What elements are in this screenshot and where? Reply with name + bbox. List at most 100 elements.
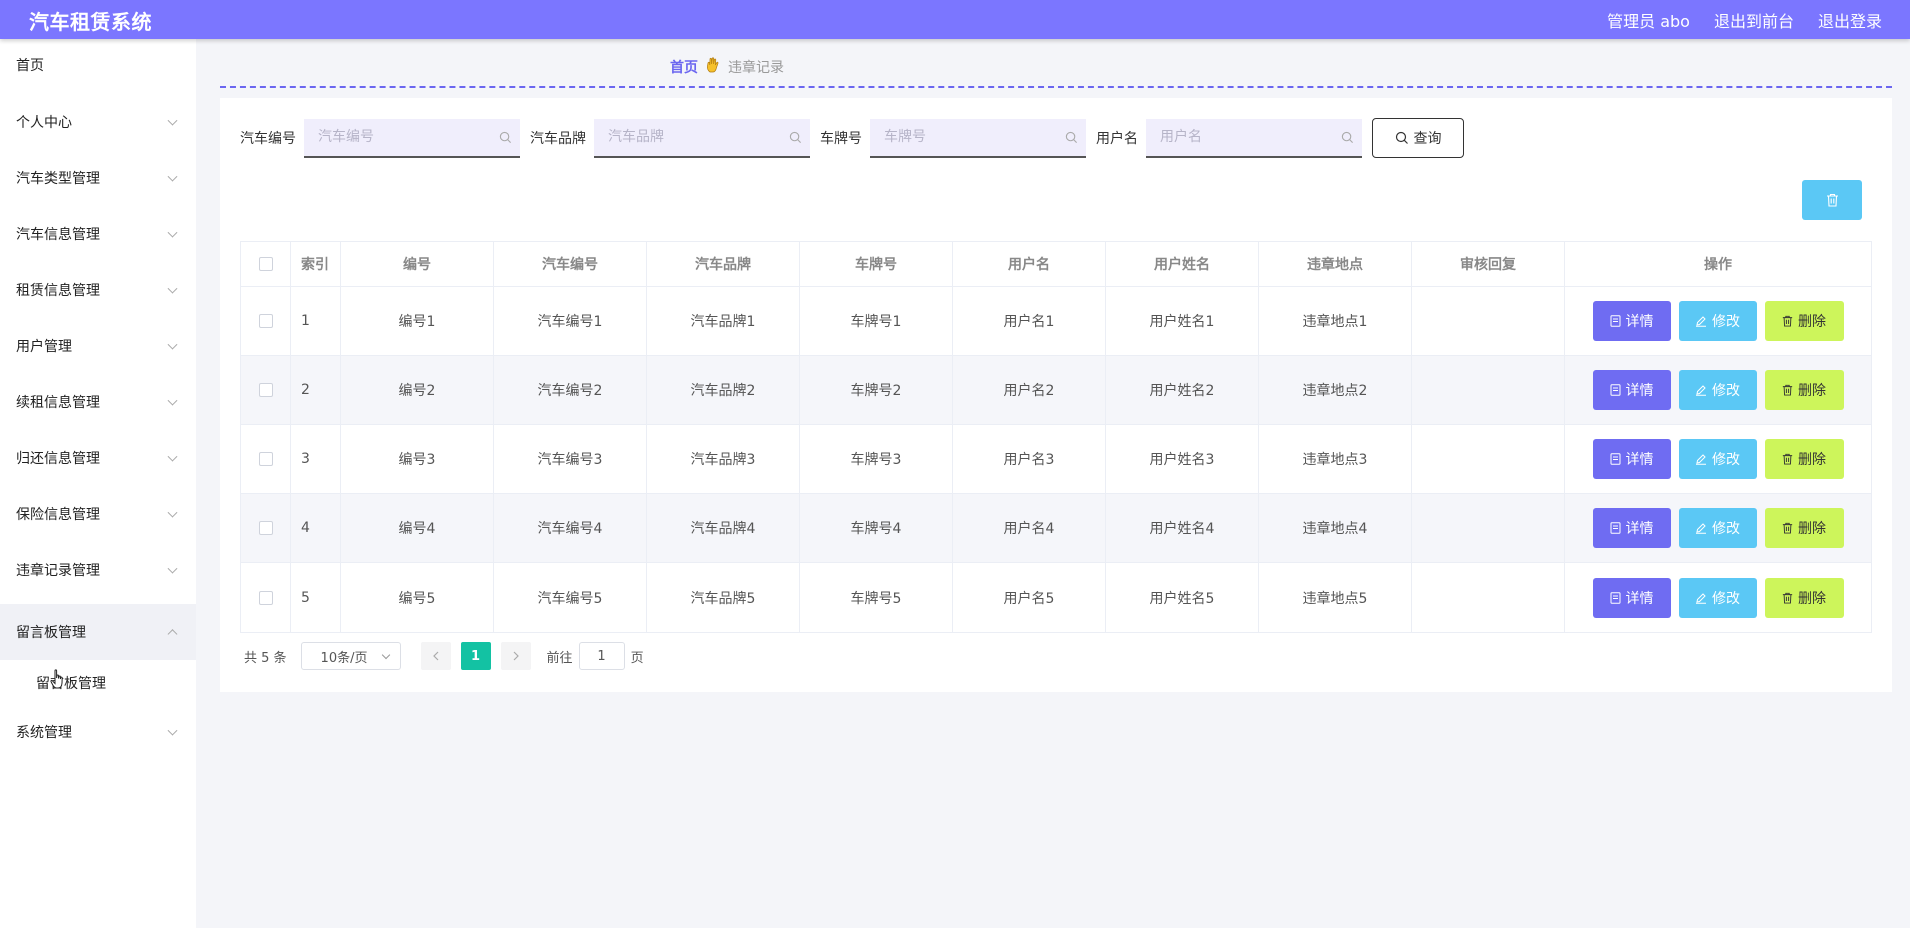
- cell-username: 用户名3: [953, 425, 1106, 493]
- chevron-up-icon: [167, 629, 178, 640]
- cell-index: 5: [291, 563, 341, 632]
- edit-button[interactable]: 修改: [1678, 439, 1757, 479]
- row-checkbox[interactable]: [258, 452, 273, 466]
- cell-reply: [1412, 287, 1565, 355]
- sidebar-item-renewal-info[interactable]: 续租信息管理: [0, 378, 196, 426]
- cell-plate: 车牌号1: [800, 287, 953, 355]
- car-no-label: 汽车编号: [240, 131, 296, 147]
- detail-button[interactable]: 详情: [1592, 577, 1671, 618]
- sidebar-item-return-info[interactable]: 归还信息管理: [0, 434, 196, 482]
- detail-button[interactable]: 详情: [1592, 439, 1671, 479]
- row-checkbox[interactable]: [258, 521, 273, 535]
- row-checkbox[interactable]: [258, 314, 273, 328]
- page-number[interactable]: 1: [460, 642, 491, 670]
- detail-button[interactable]: 详情: [1592, 370, 1671, 410]
- chevron-left-icon: [432, 651, 438, 661]
- row-checkbox[interactable]: [258, 383, 273, 397]
- cell-index: 4: [291, 494, 341, 562]
- brand-input[interactable]: [594, 118, 810, 156]
- delete-button-label: 删除: [1798, 314, 1826, 330]
- row-checkbox[interactable]: [258, 590, 273, 605]
- sidebar-item-rental-info[interactable]: 租赁信息管理: [0, 266, 196, 314]
- sidebar-item-label: 汽车信息管理: [16, 227, 100, 243]
- cell-index: 2: [291, 356, 341, 424]
- trash-icon: [1782, 315, 1793, 327]
- violation-table: 索引 编号 汽车编号 汽车品牌 车牌号 用户名 用户姓名 违章地点 审核回复 操…: [240, 241, 1872, 633]
- edit-button[interactable]: 修改: [1678, 370, 1757, 410]
- cell-car-no: 汽车编号4: [494, 494, 647, 562]
- app-title: 汽车租赁系统: [29, 10, 152, 34]
- cell-reply: [1412, 494, 1565, 562]
- sidebar-item-car-info[interactable]: 汽车信息管理: [0, 210, 196, 258]
- sidebar-item-label: 违章记录管理: [16, 563, 100, 579]
- sidebar-item-users[interactable]: 用户管理: [0, 322, 196, 370]
- delete-button-label: 删除: [1798, 383, 1826, 399]
- sidebar-item-personal-center[interactable]: 个人中心: [0, 98, 196, 146]
- cell-code: 编号5: [341, 563, 494, 632]
- sidebar-item-insurance-info[interactable]: 保险信息管理: [0, 490, 196, 538]
- delete-button[interactable]: 删除: [1764, 370, 1844, 410]
- cell-car-no: 汽车编号1: [494, 287, 647, 355]
- delete-button[interactable]: 删除: [1764, 439, 1844, 479]
- actions-cell: 详情 修改 删除: [1565, 563, 1871, 632]
- query-button[interactable]: 查询: [1372, 118, 1464, 158]
- username-input[interactable]: [1146, 118, 1362, 156]
- next-page-button[interactable]: [500, 642, 531, 670]
- sidebar-item-home[interactable]: 首页: [0, 41, 196, 89]
- sidebar-subitem-message-board[interactable]: 留言板管理: [0, 660, 196, 706]
- cell-plate: 车牌号2: [800, 356, 953, 424]
- detail-button-label: 详情: [1625, 383, 1654, 399]
- row-checkbox-cell: [241, 494, 291, 562]
- breadcrumb-current: 违章记录: [728, 60, 784, 76]
- sidebar-item-violation-records[interactable]: 违章记录管理: [0, 546, 196, 594]
- brand-label: 汽车品牌: [530, 131, 586, 147]
- chevron-down-icon: [167, 451, 178, 462]
- edit-button-label: 修改: [1712, 521, 1740, 537]
- mouse-cursor-icon: [50, 669, 63, 689]
- goto-page-input[interactable]: [578, 642, 625, 670]
- edit-button-label: 修改: [1712, 452, 1740, 468]
- detail-button[interactable]: 详情: [1592, 301, 1671, 341]
- cell-reply: [1412, 563, 1565, 632]
- cell-index: 3: [291, 425, 341, 493]
- sidebar-item-label: 续租信息管理: [16, 395, 100, 411]
- cell-realname: 用户姓名4: [1106, 494, 1259, 562]
- select-all-checkbox[interactable]: [258, 257, 273, 271]
- chevron-down-icon: [167, 507, 178, 518]
- logout-link[interactable]: 退出登录: [1818, 8, 1882, 32]
- column-header: 汽车编号: [494, 242, 647, 286]
- cell-username: 用户名2: [953, 356, 1106, 424]
- edit-button[interactable]: 修改: [1678, 577, 1757, 618]
- search-icon: [789, 131, 802, 143]
- sidebar-item-system[interactable]: 系统管理: [0, 708, 196, 756]
- chevron-down-icon: [167, 395, 178, 406]
- delete-button[interactable]: 删除: [1764, 577, 1844, 618]
- actions-cell: 详情 修改 删除: [1565, 494, 1871, 562]
- page-size-select[interactable]: 10条/页: [300, 642, 401, 670]
- car-no-input[interactable]: [304, 118, 520, 156]
- cell-code: 编号1: [341, 287, 494, 355]
- cell-brand: 汽车品牌4: [647, 494, 800, 562]
- sidebar-item-message-board[interactable]: 留言板管理: [0, 604, 196, 660]
- edit-button[interactable]: 修改: [1678, 508, 1757, 548]
- back-to-front-link[interactable]: 退出到前台: [1714, 8, 1794, 32]
- cell-place: 违章地点2: [1259, 356, 1412, 424]
- prev-page-button[interactable]: [420, 642, 451, 670]
- goto-suffix: 页: [630, 650, 644, 666]
- batch-delete-button[interactable]: [1802, 180, 1862, 220]
- breadcrumb-home[interactable]: 首页: [670, 57, 698, 77]
- trash-icon: [1782, 453, 1793, 465]
- detail-button[interactable]: 详情: [1592, 508, 1671, 548]
- trash-icon: [1782, 592, 1793, 604]
- row-checkbox-cell: [241, 287, 291, 355]
- sidebar-item-car-types[interactable]: 汽车类型管理: [0, 154, 196, 202]
- delete-button[interactable]: 删除: [1764, 301, 1844, 341]
- plate-input[interactable]: [870, 118, 1086, 156]
- cell-realname: 用户姓名5: [1106, 563, 1259, 632]
- column-header: 编号: [341, 242, 494, 286]
- row-checkbox-cell: [241, 356, 291, 424]
- delete-button[interactable]: 删除: [1764, 508, 1844, 548]
- cell-brand: 汽车品牌3: [647, 425, 800, 493]
- edit-button[interactable]: 修改: [1678, 301, 1757, 341]
- delete-button-label: 删除: [1798, 521, 1826, 537]
